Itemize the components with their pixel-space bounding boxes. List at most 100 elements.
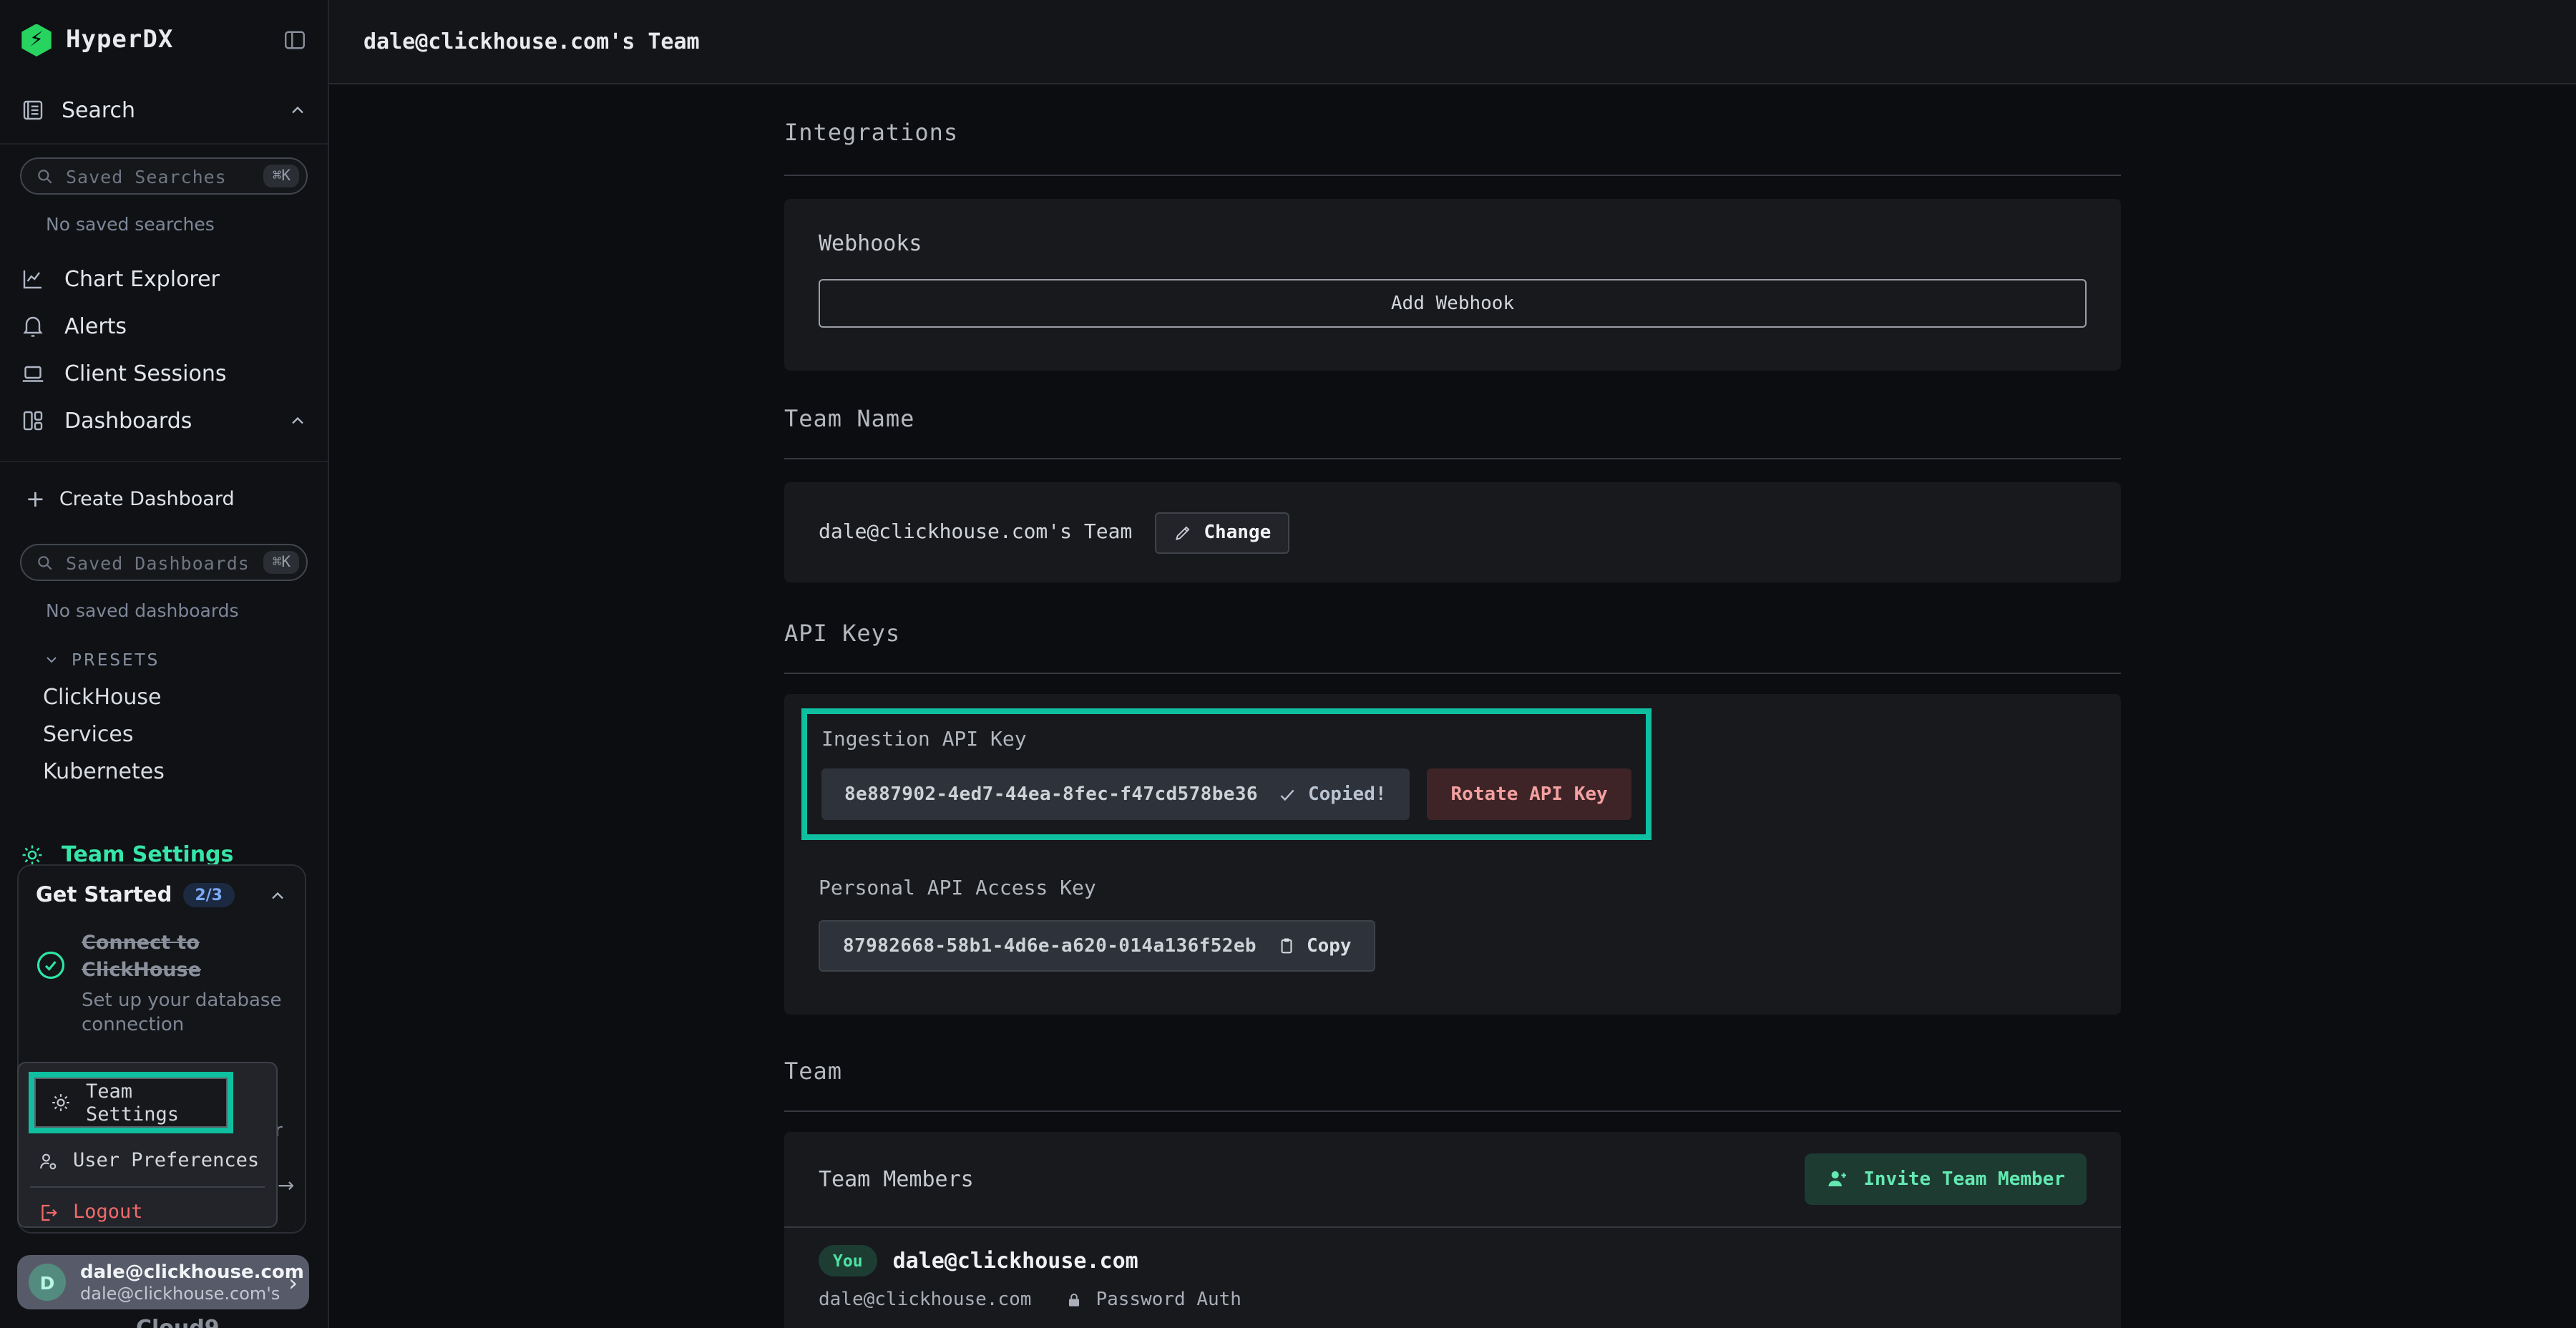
copied-label: Copied! <box>1308 783 1387 805</box>
page-header: dale@clickhouse.com's Team <box>329 0 2576 84</box>
search-section-header[interactable]: Search <box>0 92 328 129</box>
collapse-sidebar-icon[interactable] <box>282 27 308 53</box>
logo-row: ⚡ HyperDX <box>0 0 328 57</box>
search-section-icon <box>20 97 46 123</box>
pencil-icon <box>1174 523 1192 542</box>
copied-status: Copied! <box>1278 783 1387 805</box>
app-window: ⚡ HyperDX Search Saved Searches <box>0 0 2576 1328</box>
sidebar-item-label: Alerts <box>64 313 308 338</box>
chevron-up-icon[interactable] <box>288 100 308 120</box>
logout-icon <box>37 1201 59 1223</box>
sidebar-item-team-settings[interactable]: Team Settings <box>20 841 328 867</box>
user-email: dale@clickhouse.com <box>80 1261 274 1283</box>
you-badge: You <box>819 1245 877 1276</box>
sidebar-item-label: Chart Explorer <box>64 265 308 291</box>
check-icon <box>1278 785 1297 804</box>
menu-item-team-settings[interactable]: Team Settings <box>34 1078 228 1128</box>
avatar: D <box>29 1264 66 1301</box>
chevron-right-icon: › <box>288 1269 298 1296</box>
presets-toggle[interactable]: PRESETS <box>43 650 328 670</box>
gear-icon <box>20 842 44 866</box>
step-title: Connect to <box>82 932 200 954</box>
menu-item-logout[interactable]: Logout <box>37 1196 143 1228</box>
member-auth-method: Password Auth <box>1096 1289 1241 1311</box>
add-webhook-button[interactable]: Add Webhook <box>819 279 2087 328</box>
saved-searches-placeholder: Saved Searches <box>66 165 253 187</box>
step-title: ClickHouse <box>82 959 201 982</box>
no-saved-dashboards-text: No saved dashboards <box>46 600 328 621</box>
team-name-heading: Team Name <box>784 405 2121 432</box>
section-divider <box>784 175 2121 176</box>
chevron-up-icon[interactable] <box>288 410 308 430</box>
api-keys-card: Ingestion API Key 8e887902-4ed7-44ea-8fe… <box>784 694 2121 1015</box>
laptop-icon <box>20 360 46 386</box>
saved-dashboards-input[interactable]: Saved Dashboards ⌘K <box>20 544 308 581</box>
personal-key-chip[interactable]: 87982668-58b1-4d6e-a620-014a136f52eb Cop… <box>819 920 1376 972</box>
ingestion-key-annotation-box: Ingestion API Key 8e887902-4ed7-44ea-8fe… <box>821 728 1632 820</box>
saved-dashboards-placeholder: Saved Dashboards <box>66 552 253 573</box>
check-circle-icon <box>36 930 67 1038</box>
gear-icon <box>50 1092 72 1113</box>
shortcut-badge: ⌘K <box>264 165 299 187</box>
menu-item-label: Team Settings <box>86 1080 212 1126</box>
personal-key-label: Personal API Access Key <box>819 877 2087 900</box>
member-name: dale@clickhouse.com <box>893 1248 1138 1274</box>
clipboard-icon <box>1277 936 1297 956</box>
bell-icon <box>20 313 46 338</box>
ingestion-key-label: Ingestion API Key <box>821 728 1632 751</box>
menu-item-label: User Preferences <box>73 1149 259 1172</box>
copy-label: Copy <box>1307 935 1352 957</box>
brand-name: HyperDX <box>66 26 173 54</box>
page-title: dale@clickhouse.com's Team <box>364 29 700 54</box>
sidebar-item-dashboards[interactable]: Dashboards <box>0 396 328 444</box>
team-members-card: Team Members Invite Team Member You dale… <box>784 1132 2121 1328</box>
team-heading: Team <box>784 1058 2121 1085</box>
hyperdx-logo-icon: ⚡ <box>20 24 53 57</box>
search-icon <box>36 553 54 572</box>
onboarding-step-connect[interactable]: Connect to ClickHouse Set up your databa… <box>36 930 288 1038</box>
plus-icon: + <box>26 485 45 512</box>
ingestion-key-chip[interactable]: 8e887902-4ed7-44ea-8fec-f47cd578be36 Cop… <box>821 768 1410 820</box>
shortcut-badge: ⌘K <box>264 551 299 574</box>
section-divider <box>784 458 2121 459</box>
get-started-title: Get Started <box>36 884 172 907</box>
user-profile-button[interactable]: D dale@clickhouse.com dale@clickhouse.co… <box>17 1255 309 1309</box>
integrations-heading: Integrations <box>784 119 2121 146</box>
sidebar-item-chart-explorer[interactable]: Chart Explorer <box>0 255 328 302</box>
team-member-row: You dale@clickhouse.com dale@clickhouse.… <box>784 1228 2121 1328</box>
lock-icon <box>1064 1291 1083 1309</box>
section-divider <box>784 1110 2121 1112</box>
preset-item-kubernetes[interactable]: Kubernetes <box>43 758 328 781</box>
team-name-value: dale@clickhouse.com's Team <box>819 521 1132 544</box>
chevron-down-icon <box>43 651 60 668</box>
chart-explorer-icon <box>20 265 46 291</box>
user-menu-popup: Team Settings User Preferences Logout <box>17 1062 278 1228</box>
member-email: dale@clickhouse.com <box>819 1289 1031 1311</box>
api-keys-heading: API Keys <box>784 620 2121 647</box>
chevron-up-icon[interactable] <box>268 885 288 905</box>
sidebar-item-client-sessions[interactable]: Client Sessions <box>0 349 328 396</box>
webhooks-card: Webhooks Add Webhook <box>784 199 2121 371</box>
create-dashboard-button[interactable]: + Create Dashboard <box>26 485 328 512</box>
menu-item-user-preferences[interactable]: User Preferences <box>37 1142 259 1179</box>
sidebar: ⚡ HyperDX Search Saved Searches <box>0 0 329 1328</box>
copy-button[interactable]: Copy <box>1277 935 1352 957</box>
invite-team-member-button[interactable]: Invite Team Member <box>1805 1153 2087 1205</box>
search-section-label: Search <box>62 97 272 123</box>
team-members-title: Team Members <box>819 1166 974 1192</box>
preset-item-clickhouse[interactable]: ClickHouse <box>43 684 328 707</box>
progress-badge: 2/3 <box>183 883 234 907</box>
preset-item-services[interactable]: Services <box>43 721 328 744</box>
sidebar-item-alerts[interactable]: Alerts <box>0 302 328 349</box>
no-saved-searches-text: No saved searches <box>46 213 328 235</box>
menu-divider <box>30 1186 265 1188</box>
rotate-api-key-button[interactable]: Rotate API Key <box>1427 768 1632 820</box>
change-team-name-button[interactable]: Change <box>1155 512 1289 553</box>
sidebar-item-label: Client Sessions <box>64 360 308 386</box>
ingestion-key-value: 8e887902-4ed7-44ea-8fec-f47cd578be36 <box>844 783 1258 805</box>
step-subtitle: Set up your database connection <box>82 989 288 1038</box>
arrow-right-icon: → <box>278 1175 294 1198</box>
saved-searches-input[interactable]: Saved Searches ⌘K <box>20 157 308 195</box>
clipped-text: Cloud9 <box>136 1315 220 1328</box>
user-team-name: dale@clickhouse.com's <box>80 1283 274 1303</box>
